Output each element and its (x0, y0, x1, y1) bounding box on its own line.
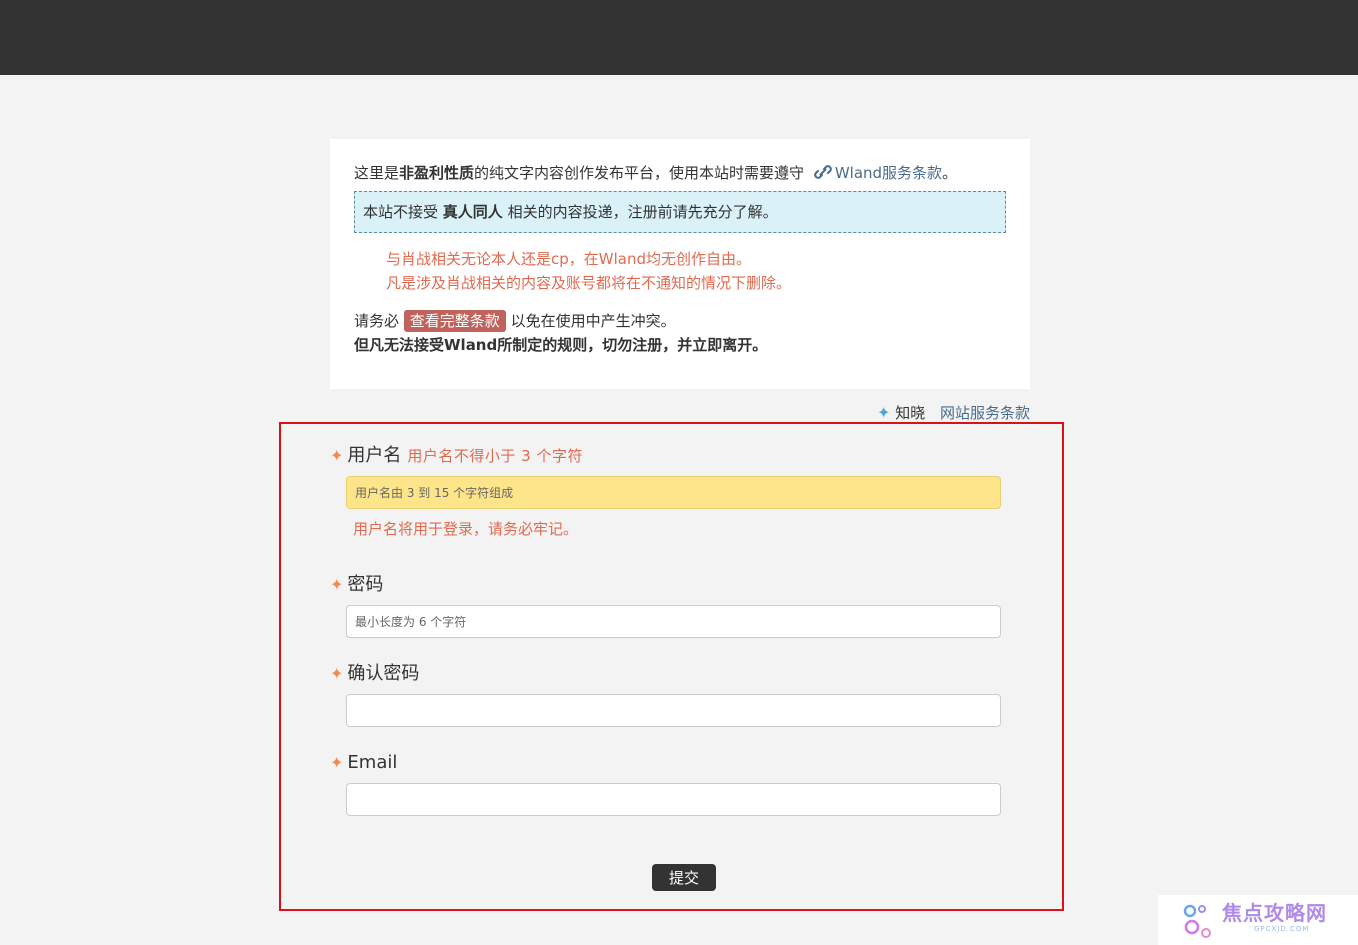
email-label: Email (347, 752, 398, 773)
top-bar (0, 0, 1358, 75)
intro-bold: 非盈利性质 (399, 164, 475, 182)
username-note: 用户名将用于登录，请务必牢记。 (353, 520, 579, 538)
site-tos-link[interactable]: 网站服务条款 (940, 404, 1030, 422)
intro-line: 这里是非盈利性质的纯文字内容创作发布平台，使用本站时需要遵守 Wland服务条款… (354, 161, 1006, 185)
warning-line-2: 凡是涉及肖战相关的内容及账号都将在不通知的情况下删除。 (386, 274, 792, 292)
warning-line-1: 与肖战相关无论本人还是cp，在Wland均无创作自由。 (386, 250, 751, 268)
email-input[interactable] (346, 783, 1001, 816)
required-star-icon: ✦ (330, 753, 344, 772)
full-terms-button[interactable]: 查看完整条款 (403, 310, 506, 332)
agree-label[interactable]: 知晓 (895, 404, 925, 422)
password-input[interactable] (346, 605, 1001, 638)
warning-block: 与肖战相关无论本人还是cp，在Wland均无创作自由。 凡是涉及肖战相关的内容及… (386, 247, 1006, 295)
bubbles-icon (1183, 904, 1211, 938)
username-label: 用户名 (347, 445, 402, 466)
username-input[interactable] (346, 476, 1001, 509)
intro-period: 。 (942, 164, 958, 182)
wland-tos-link[interactable]: Wland服务条款 (835, 164, 942, 182)
must-suffix: 以免在使用中产生冲突。 (510, 312, 676, 330)
watermark-subtext: GPCXJD.COM (1254, 925, 1310, 933)
info-prefix: 本站不接受 (363, 203, 439, 221)
watermark-logo: 焦点攻略网 GPCXJD.COM (1158, 895, 1358, 945)
confirm-password-label: 确认密码 (347, 663, 420, 684)
watermark-text: 焦点攻略网 (1222, 901, 1327, 925)
four-point-star-icon: ✦ (877, 403, 891, 422)
intro-prefix: 这里是 (354, 164, 400, 182)
password-label: 密码 (347, 574, 384, 595)
info-bold: 真人同人 (442, 203, 503, 221)
no-rps-info-box: 本站不接受 真人同人 相关的内容投递，注册前请先充分了解。 (354, 191, 1006, 233)
required-star-icon: ✦ (330, 575, 344, 594)
username-hint: 用户名不得小于 3 个字符 (407, 447, 583, 465)
info-suffix: 相关的内容投递，注册前请先充分了解。 (507, 203, 778, 221)
must-read-line: 请务必 查看完整条款 以免在使用中产生冲突。 (354, 309, 1006, 333)
confirm-password-label-row: ✦ 确认密码 (330, 662, 419, 686)
terms-notice-panel: 这里是非盈利性质的纯文字内容创作发布平台，使用本站时需要遵守 Wland服务条款… (330, 139, 1030, 389)
username-label-row: ✦ 用户名 用户名不得小于 3 个字符 (330, 444, 583, 468)
intro-suffix: 的纯文字内容创作发布平台，使用本站时需要遵守 (474, 164, 805, 182)
required-star-icon: ✦ (330, 664, 344, 683)
leave-warning: 但凡无法接受Wland所制定的规则，切勿注册，并立即离开。 (354, 336, 768, 354)
required-star-icon: ✦ (330, 446, 344, 465)
email-label-row: ✦ Email (330, 751, 397, 775)
password-label-row: ✦ 密码 (330, 573, 383, 597)
submit-button[interactable]: 提交 (652, 864, 716, 891)
confirm-password-input[interactable] (346, 694, 1001, 727)
must-prefix: 请务必 (354, 312, 400, 330)
link-icon (813, 163, 835, 179)
